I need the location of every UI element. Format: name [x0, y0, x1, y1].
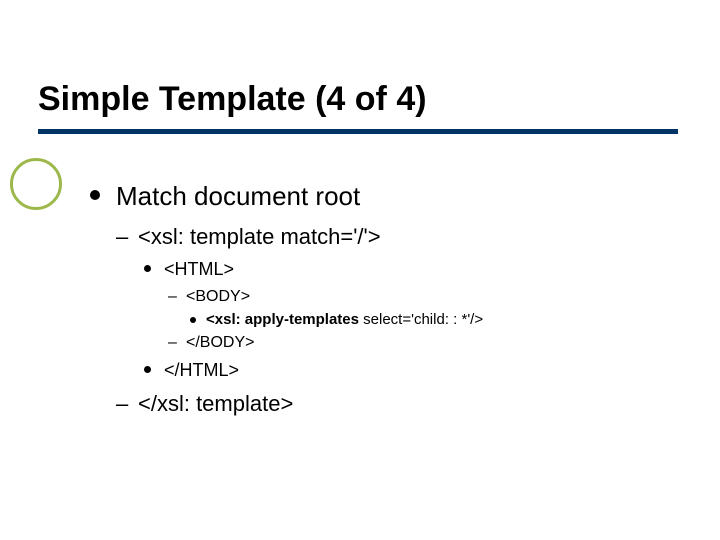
list-item: <xsl: apply-templates select='child: : *… — [190, 311, 680, 330]
slide: Simple Template (4 of 4) Match document … — [0, 0, 720, 540]
bullet-text: </HTML> — [164, 360, 239, 380]
list-item: Match document root <xsl: template match… — [90, 180, 680, 417]
bullet-list-level3: <HTML> <BODY> <xsl: apply-templates sele… — [144, 258, 680, 382]
bullet-text: <HTML> — [164, 259, 234, 279]
content-area: Match document root <xsl: template match… — [90, 180, 680, 427]
bullet-text: </BODY> — [186, 334, 254, 351]
bullet-text: <xsl: template match='/'> — [138, 224, 381, 249]
bullet-list-level4: <BODY> <xsl: apply-templates select='chi… — [168, 287, 680, 354]
title-area: Simple Template (4 of 4) — [38, 80, 690, 134]
bullet-list-level1: Match document root <xsl: template match… — [90, 180, 680, 417]
bullet-text-strong: <xsl: apply-templates — [206, 311, 363, 328]
list-item: <xsl: template match='/'> <HTML> <BODY> — [116, 223, 680, 382]
bullet-text: <BODY> — [186, 288, 250, 305]
bullet-text: Match document root — [116, 181, 360, 211]
bullet-text: </xsl: template> — [138, 391, 293, 416]
list-item: </BODY> — [168, 333, 680, 353]
accent-circle-decoration — [10, 158, 62, 210]
bullet-text: select='child: : *'/> — [363, 311, 483, 328]
list-item: <BODY> <xsl: apply-templates select='chi… — [168, 287, 680, 330]
list-item: <HTML> <BODY> <xsl: apply-templates sele… — [144, 258, 680, 353]
bullet-list-level5: <xsl: apply-templates select='child: : *… — [190, 311, 680, 330]
list-item: </xsl: template> — [116, 390, 680, 418]
title-underline — [38, 129, 678, 134]
bullet-list-level2: <xsl: template match='/'> <HTML> <BODY> — [116, 223, 680, 418]
slide-title: Simple Template (4 of 4) — [38, 80, 690, 119]
list-item: </HTML> — [144, 359, 680, 382]
